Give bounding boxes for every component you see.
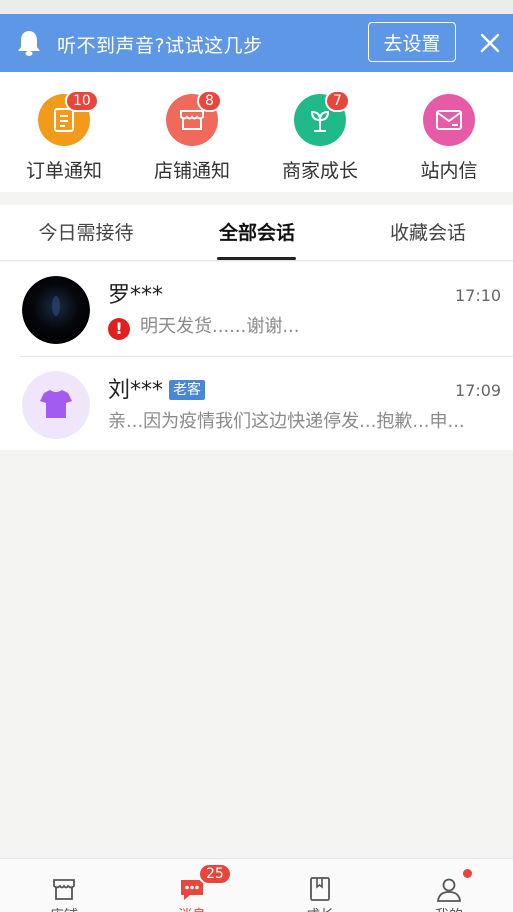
- customer-name: 刘***: [108, 378, 164, 403]
- profile-icon: [436, 878, 462, 902]
- quick-entry-store-notice[interactable]: 8 店铺通知: [137, 72, 247, 192]
- quick-entry-label: 商家成长: [281, 160, 358, 182]
- quick-entry-badge: 10: [65, 90, 99, 112]
- conversation-row[interactable]: 刘*** 老客 17:09 亲...因为疫情我们这边快递停发...抱歉...申..…: [20, 356, 513, 450]
- status-strip: [0, 0, 513, 14]
- conversation-time: 17:10: [455, 286, 502, 305]
- tab-today-reception[interactable]: 今日需接待: [26, 205, 146, 261]
- nav-growth[interactable]: 成长: [256, 859, 384, 912]
- sound-settings-banner: 听不到声音?试试这几步 去设置: [0, 14, 513, 72]
- nav-label: 消息: [128, 905, 256, 912]
- quick-entry-badge: 7: [325, 90, 350, 112]
- avatar: [22, 276, 90, 344]
- unread-count-badge: 25: [198, 863, 232, 885]
- conversation-name: 罗***: [108, 277, 163, 309]
- conversation-tabs: 今日需接待 全部会话 收藏会话: [0, 205, 513, 261]
- book-icon: [310, 877, 330, 901]
- quick-entry-label: 店铺通知: [153, 160, 230, 182]
- nav-label: 成长: [256, 905, 384, 912]
- conversation-preview: ! 明天发货......谢谢...: [108, 312, 488, 340]
- conversation-list: 罗*** 17:10 ! 明天发货......谢谢... 刘*** 老客 17:09…: [0, 262, 513, 450]
- notification-dot: [463, 869, 472, 878]
- active-tab-indicator: [217, 257, 296, 260]
- alert-icon: !: [108, 318, 130, 340]
- preview-text: 亲...因为疫情我们这边快递停发...抱歉...申...: [108, 411, 465, 432]
- preview-text: 明天发货......谢谢...: [140, 316, 300, 337]
- close-icon[interactable]: [478, 31, 502, 55]
- nav-label: 店铺: [0, 905, 128, 912]
- nav-message[interactable]: 25 消息: [128, 859, 256, 912]
- returning-customer-badge: 老客: [169, 380, 206, 400]
- quick-entry-badge: 8: [197, 90, 222, 112]
- nav-profile[interactable]: 我的: [385, 859, 513, 912]
- banner-message: 听不到声音?试试这几步: [57, 35, 263, 57]
- quick-entry-row: 10 订单通知 8 店铺通知 7 商家成长 站内信: [0, 72, 513, 192]
- go-settings-button[interactable]: 去设置: [368, 22, 456, 62]
- quick-entry-label: 订单通知: [25, 160, 102, 182]
- tab-all-conversations[interactable]: 全部会话: [197, 205, 317, 261]
- mail-icon: [423, 94, 475, 146]
- app-root: 听不到声音?试试这几步 去设置 10 订单通知 8 店铺通知 7 商家成长 站内…: [0, 0, 513, 912]
- conversation-row[interactable]: 罗*** 17:10 ! 明天发货......谢谢...: [0, 262, 513, 356]
- tab-favorite-conversations[interactable]: 收藏会话: [368, 205, 488, 261]
- quick-entry-order-notice[interactable]: 10 订单通知: [9, 72, 119, 192]
- nav-store[interactable]: 店铺: [0, 859, 128, 912]
- quick-entry-growth[interactable]: 7 商家成长: [265, 72, 375, 192]
- avatar: [22, 371, 90, 439]
- conversation-name: 刘*** 老客: [108, 372, 206, 404]
- bottom-navigation: 店铺 25 消息 成长 我的: [0, 858, 513, 912]
- conversation-time: 17:09: [455, 381, 502, 400]
- bell-icon: [18, 31, 40, 56]
- customer-name: 罗***: [108, 283, 164, 308]
- quick-entry-label: 站内信: [420, 160, 478, 182]
- store-icon: [53, 879, 75, 900]
- nav-label: 我的: [385, 905, 513, 912]
- quick-entry-mail[interactable]: 站内信: [394, 72, 504, 192]
- conversation-preview: 亲...因为疫情我们这边快递停发...抱歉...申...: [108, 407, 488, 433]
